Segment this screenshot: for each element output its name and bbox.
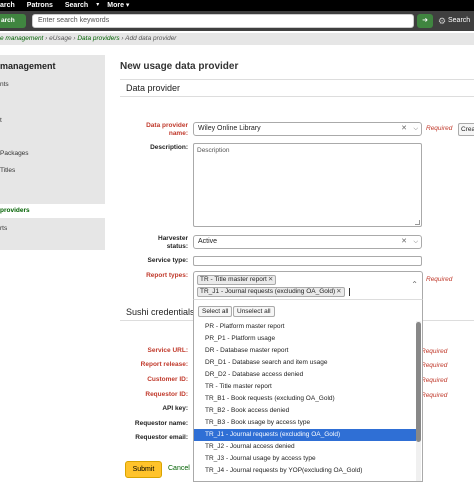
dropdown-option[interactable]: DR - Database master report	[194, 345, 416, 357]
sidebar-item-packages[interactable]: Packages	[0, 150, 29, 157]
divider	[120, 79, 474, 80]
dropdown-option[interactable]: TR_J4 - Journal requests by YOP(excludin…	[194, 465, 416, 477]
breadcrumb-sep: › eUsage ›	[43, 35, 78, 42]
description-textarea[interactable]: Description	[193, 143, 422, 227]
report-tag: TR - Title master report✕	[197, 275, 277, 285]
required-text: Required	[421, 362, 448, 369]
service-url-label: Service URL:	[147, 347, 188, 354]
required-text: Required	[426, 125, 453, 132]
description-label: Description:	[150, 144, 188, 151]
required-text: Required	[426, 276, 453, 283]
provider-name-select[interactable]: Wiley Online Library ✕ ⌵	[193, 122, 422, 136]
remove-tag-icon[interactable]: ✕	[268, 276, 273, 283]
service-type-label: Service type:	[147, 257, 188, 264]
report-release-label: Report release:	[140, 361, 188, 368]
search-link[interactable]: Search	[448, 17, 470, 24]
create-button[interactable]: Crea	[458, 123, 474, 136]
dropdown-option[interactable]: DR_D2 - Database access denied	[194, 369, 416, 381]
nav-search[interactable]: Search	[59, 0, 94, 11]
requestor-email-label: Requestor email:	[135, 434, 188, 441]
report-types-label: Report types:	[146, 272, 188, 279]
nav-more-menu[interactable]: More ▾	[101, 0, 135, 11]
breadcrumb: e management › eUsage › Data providers ›…	[0, 33, 474, 45]
harvester-status-value: Active	[198, 238, 218, 245]
report-types-select[interactable]: TR - Title master report✕ TR_J1 - Journa…	[193, 271, 423, 299]
dropdown-option[interactable]: TR_B2 - Book access denied	[194, 405, 416, 417]
sidebar-item-agreements[interactable]: nts	[0, 81, 9, 88]
nav-search-tab[interactable]: arch	[0, 0, 21, 11]
breadcrumb-erm-link[interactable]: e management	[0, 35, 43, 42]
clear-icon[interactable]: ✕	[401, 123, 407, 135]
dropdown-option[interactable]: TR_J3 - Journal usage by access type	[194, 453, 416, 465]
arrow-right-icon: ➜	[422, 17, 428, 24]
dropdown-option[interactable]: PR_P1 - Platform usage	[194, 333, 416, 345]
description-placeholder: Description	[197, 147, 230, 154]
unselect-all-button[interactable]: Unselect all	[233, 306, 275, 317]
sidebar-title: management	[0, 61, 56, 71]
sidebar-item-t[interactable]: t	[0, 117, 2, 124]
remove-tag-icon[interactable]: ✕	[336, 288, 341, 295]
text-cursor	[349, 288, 350, 296]
required-text: Required	[421, 392, 448, 399]
divider	[120, 96, 474, 97]
cancel-link[interactable]: Cancel	[168, 465, 190, 472]
harvester-status-select[interactable]: Active ✕ ⌵	[193, 235, 422, 249]
sidebar: management nts t Packages Titles provide…	[0, 55, 105, 250]
provider-name-label: Data provider name:	[146, 122, 188, 137]
sidebar-item-label: providers	[0, 207, 30, 214]
search-submit-button[interactable]: ➜	[417, 14, 433, 28]
requestor-id-label: Requestor ID:	[145, 391, 188, 398]
chevron-down-icon[interactable]: ⌵	[413, 123, 418, 135]
sidebar-item-data-providers[interactable]: providers	[0, 204, 105, 218]
dropdown-option[interactable]: TR_B1 - Book requests (excluding OA_Gold…	[194, 393, 416, 405]
resize-handle-icon[interactable]	[415, 220, 420, 225]
select-all-button[interactable]: Select all	[198, 306, 233, 317]
report-tag: TR_J1 - Journal requests (excluding OA_G…	[197, 287, 345, 297]
dropdown-option[interactable]: TR_J2 - Journal access denied	[194, 441, 416, 453]
chevron-up-icon[interactable]: ⌃	[411, 280, 418, 289]
dropdown-option[interactable]: DR_D1 - Database search and item usage	[194, 357, 416, 369]
section-title-data-provider: Data provider	[126, 83, 181, 93]
harvester-status-label: Harvester status:	[158, 235, 188, 250]
dropdown-option[interactable]: PR - Platform master report	[194, 321, 416, 333]
sidebar-item-titles[interactable]: Titles	[0, 167, 15, 174]
dropdown-option[interactable]: TR - Title master report	[194, 381, 416, 393]
submit-button[interactable]: Submit	[125, 461, 162, 478]
report-types-dropdown: Select all Unselect all PR - Platform ma…	[193, 299, 423, 482]
provider-name-value: Wiley Online Library	[198, 125, 261, 132]
sidebar-item-reports[interactable]: rts	[0, 225, 7, 232]
gear-icon[interactable]: ⚙	[438, 16, 448, 26]
section-title-sushi: Sushi credentials	[126, 307, 195, 317]
clear-icon[interactable]: ✕	[401, 236, 407, 248]
nav-patrons[interactable]: Patrons	[21, 0, 59, 11]
chevron-down-icon[interactable]: ⌵	[413, 236, 418, 248]
dropdown-scrollbar-thumb[interactable]	[416, 322, 421, 442]
search-bar: arch Enter search keywords ➜ ⚙ Search	[0, 11, 474, 31]
breadcrumb-data-providers-link[interactable]: Data providers	[77, 35, 119, 42]
top-navbar: arch Patrons Search ▾ More ▾	[0, 0, 474, 11]
api-key-label: API key:	[162, 405, 188, 412]
nav-search-caret-icon[interactable]: ▾	[94, 0, 101, 11]
customer-id-label: Customer ID:	[147, 376, 188, 383]
breadcrumb-current: › Add data provider	[119, 35, 177, 42]
required-text: Required	[421, 348, 448, 355]
search-tab[interactable]: arch	[0, 14, 26, 28]
requestor-name-label: Requestor name:	[134, 420, 188, 427]
dropdown-option[interactable]: TR_B3 - Book usage by access type	[194, 417, 416, 429]
required-text: Required	[421, 377, 448, 384]
page-title: New usage data provider	[120, 61, 239, 72]
service-type-input[interactable]	[193, 256, 422, 266]
search-input[interactable]: Enter search keywords	[32, 14, 414, 28]
dropdown-option[interactable]: TR_J1 - Journal requests (excluding OA_G…	[194, 429, 416, 441]
